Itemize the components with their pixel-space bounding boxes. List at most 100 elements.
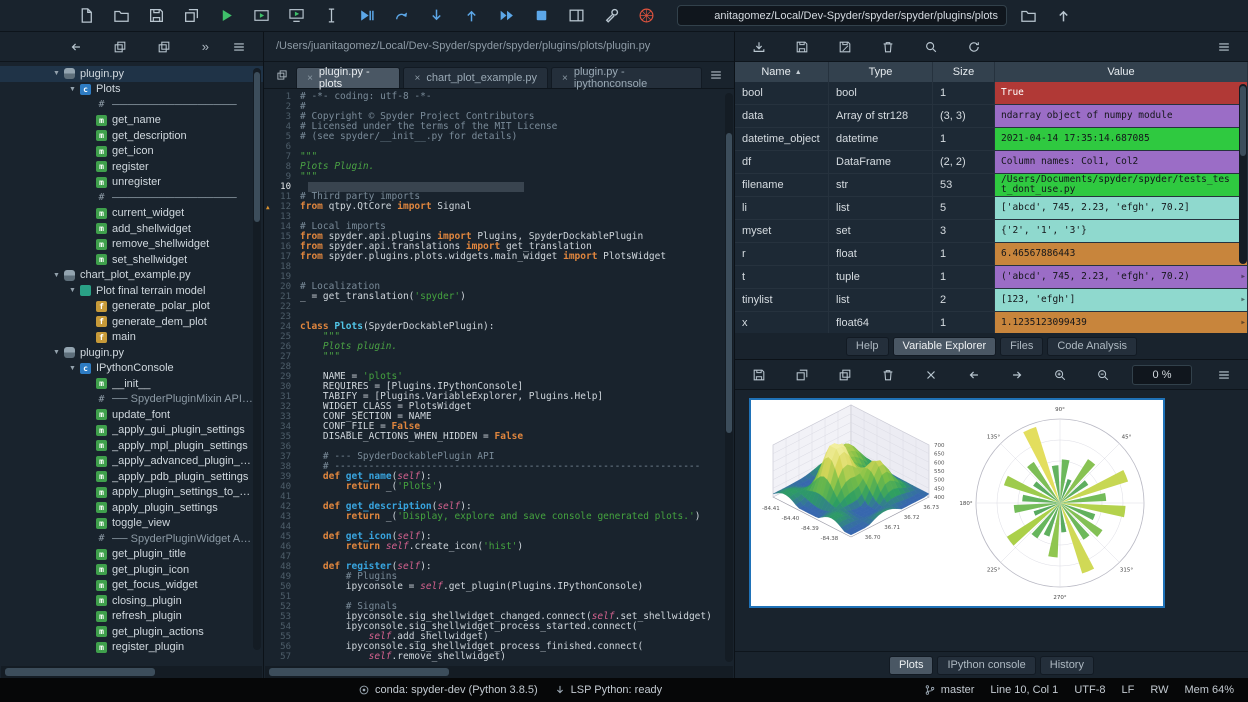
variable-row[interactable]: dataArray of str128(3, 3)ndarray object …	[735, 105, 1248, 128]
editor-tab[interactable]: ×plugin.py - ipythonconsole	[551, 67, 702, 88]
zoom-level[interactable]: 0 %	[1132, 365, 1192, 385]
editor-tab[interactable]: ×chart_plot_example.py	[403, 67, 548, 88]
panel-tab[interactable]: Plots	[889, 656, 933, 675]
run-cell-button[interactable]	[247, 4, 275, 28]
code-line[interactable]: 18	[264, 262, 734, 272]
new-file-button[interactable]	[72, 4, 100, 28]
outline-item[interactable]: mget_description	[0, 128, 263, 144]
outline-collapse-button[interactable]	[106, 35, 134, 59]
debug-button[interactable]	[352, 4, 380, 28]
zoom-out-button[interactable]	[1089, 363, 1117, 387]
outline-item[interactable]: mapply_plugin_settings	[0, 500, 263, 516]
outline-item[interactable]: mget_plugin_title	[0, 547, 263, 563]
copy-plot-button[interactable]	[831, 363, 859, 387]
chevron-down-icon[interactable]: ▼	[50, 272, 63, 279]
outline-item[interactable]: m_apply_mpl_plugin_settings	[0, 438, 263, 454]
outline-item[interactable]: mapply_plugin_settings_to_console	[0, 485, 263, 501]
variable-value[interactable]: /Users/Documents/spyder/spyder/tests_tes…	[995, 174, 1248, 196]
lsp-status[interactable]: LSP Python: ready	[554, 684, 663, 696]
code-line[interactable]: 40 return _('Plots')	[264, 482, 734, 492]
code-line[interactable]: 21_ = get_translation('spyder')	[264, 292, 734, 302]
outline-item[interactable]: mclosing_plugin	[0, 593, 263, 609]
column-header-value[interactable]: Value	[995, 62, 1248, 82]
outline-item[interactable]: ▼chart_plot_example.py	[0, 268, 263, 284]
outline-hscrollbar[interactable]	[1, 666, 262, 678]
import-data-button[interactable]	[745, 35, 773, 59]
code-editor[interactable]: 1# -*- coding: utf-8 -*-2#3# Copyright ©…	[264, 89, 734, 666]
parent-directory-button[interactable]	[1049, 4, 1077, 28]
variable-value[interactable]: 1.1235123099439▶	[995, 312, 1248, 333]
chevron-down-icon[interactable]: ▼	[50, 349, 63, 356]
browse-directory-button[interactable]	[1014, 4, 1042, 28]
chevron-down-icon[interactable]: ▼	[66, 287, 79, 294]
outline-item[interactable]: mget_plugin_icon	[0, 562, 263, 578]
code-line[interactable]: 9"""	[264, 172, 734, 182]
outline-item[interactable]: mget_name	[0, 113, 263, 129]
variable-row[interactable]: lilist5['abcd', 745, 2.23, 'efgh', 70.2]…	[735, 197, 1248, 220]
remove-all-plots-button[interactable]	[917, 363, 945, 387]
outline-item[interactable]: #── SpyderPluginMixin API ──	[0, 392, 263, 408]
close-tab-icon[interactable]: ×	[307, 73, 313, 84]
outline-item[interactable]: mget_focus_widget	[0, 578, 263, 594]
variable-row[interactable]: tinylistlist2[123, 'efgh']▶	[735, 289, 1248, 312]
code-line[interactable]: 22	[264, 302, 734, 312]
save-data-as-button[interactable]	[831, 35, 859, 59]
outline-item[interactable]: mget_icon	[0, 144, 263, 160]
variable-value[interactable]: True▶	[995, 82, 1248, 104]
browse-tabs-button[interactable]	[270, 65, 293, 85]
close-tab-icon[interactable]: ×	[562, 73, 568, 84]
editor-tab[interactable]: ×plugin.py - plots	[296, 67, 400, 88]
variable-row[interactable]: mysetset3{'2', '1', '3'}▶	[735, 220, 1248, 243]
outline-item[interactable]: mregister	[0, 159, 263, 175]
outline-item[interactable]: mremove_shellwidget	[0, 237, 263, 253]
code-line[interactable]: ▲12from qtpy.QtCore import Signal	[264, 202, 734, 212]
variable-value[interactable]: ('abcd', 745, 2.23, 'efgh', 70.2)▶	[995, 266, 1248, 288]
save-data-button[interactable]	[788, 35, 816, 59]
variable-row[interactable]: boolbool1True▶	[735, 82, 1248, 105]
outline-item[interactable]: mregister_plugin	[0, 640, 263, 656]
panel-tab[interactable]: History	[1040, 656, 1094, 675]
outline-item[interactable]: ▼plugin.py	[0, 345, 263, 361]
working-directory-input[interactable]	[677, 5, 1007, 26]
open-file-button[interactable]	[107, 4, 135, 28]
variable-row[interactable]: xfloat6411.1235123099439▶	[735, 312, 1248, 333]
close-tab-icon[interactable]: ×	[414, 73, 420, 84]
continue-button[interactable]	[492, 4, 520, 28]
column-header-size[interactable]: Size	[933, 62, 995, 82]
code-line[interactable]: 57 self.remove_shellwidget)	[264, 652, 734, 662]
variable-value[interactable]: 2021-04-14 17:35:14.687085▶	[995, 128, 1248, 150]
outline-item[interactable]: fgenerate_polar_plot	[0, 299, 263, 315]
outline-expand-button[interactable]	[150, 35, 178, 59]
code-line[interactable]: 27 """	[264, 352, 734, 362]
editor-vscrollbar[interactable]	[725, 93, 733, 662]
preferences-button[interactable]	[597, 4, 625, 28]
variable-value[interactable]: 6.46567886443▶	[995, 243, 1248, 265]
outline-item[interactable]: mrefresh_plugin	[0, 609, 263, 625]
code-line[interactable]: 43 return _('Display, explore and save c…	[264, 512, 734, 522]
outline-options-button[interactable]	[225, 35, 253, 59]
outline-item[interactable]: #── SpyderPluginWidget API ──	[0, 531, 263, 547]
outline-more-button[interactable]: »	[202, 39, 209, 54]
save-button[interactable]	[142, 4, 170, 28]
variable-table-vscrollbar[interactable]	[1239, 84, 1247, 264]
step-into-button[interactable]	[422, 4, 450, 28]
outline-item[interactable]: ▼cIPythonConsole	[0, 361, 263, 377]
panel-tab[interactable]: Variable Explorer	[893, 337, 997, 356]
outline-item[interactable]: m_apply_gui_plugin_settings	[0, 423, 263, 439]
outline-back-button[interactable]	[62, 35, 90, 59]
save-all-plots-button[interactable]	[788, 363, 816, 387]
code-line[interactable]: 50 ipyconsole = self.get_plugin(Plugins.…	[264, 582, 734, 592]
panel-tab[interactable]: IPython console	[937, 656, 1035, 675]
zoom-in-button[interactable]	[1046, 363, 1074, 387]
outline-item[interactable]: mcurrent_widget	[0, 206, 263, 222]
figure-thumbnail[interactable]: 400450500550600650700-84.41-84.40-84.39-…	[749, 398, 1165, 608]
outline-item[interactable]: munregister	[0, 175, 263, 191]
plots-options-button[interactable]	[1210, 363, 1238, 387]
code-line[interactable]: 8Plots Plugin.	[264, 162, 734, 172]
variable-row[interactable]: datetime_objectdatetime12021-04-14 17:35…	[735, 128, 1248, 151]
outline-item[interactable]: mget_plugin_actions	[0, 624, 263, 640]
variable-explorer-options-button[interactable]	[1210, 35, 1238, 59]
outline-item[interactable]: m_apply_pdb_plugin_settings	[0, 469, 263, 485]
variable-value[interactable]: {'2', '1', '3'}▶	[995, 220, 1248, 242]
step-over-button[interactable]	[387, 4, 415, 28]
